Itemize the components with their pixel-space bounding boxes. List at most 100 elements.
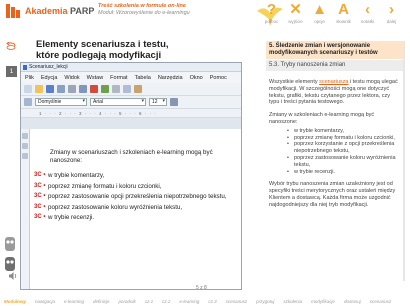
menu-item[interactable]: Format (110, 75, 127, 81)
akademia-parp-logo[interactable]: Akademia PARP (6, 4, 94, 18)
course-info: Treść szkolenia w formule on-line Moduł:… (98, 3, 190, 17)
side-tool-icon[interactable] (22, 143, 28, 149)
spellcheck-icon[interactable] (101, 85, 109, 93)
cut-icon[interactable] (112, 85, 120, 93)
footer-link[interactable]: modyfikacje (311, 299, 335, 304)
size-select[interactable]: 12 (149, 98, 167, 106)
footer-link[interactable]: cz.2 (162, 299, 170, 304)
nav-button-wyjście[interactable]: ✕ wyjście (285, 1, 306, 25)
panel-list: w trybie komentarzy,poprzez zmianę forma… (287, 128, 401, 176)
footer-link[interactable]: cz.1 (145, 299, 153, 304)
top-nav: ? pomoc ✕ wyjście ▲ opcje Asłownik ‹ notatki › dal… (261, 1, 402, 25)
footer-link[interactable]: e-learning (64, 299, 84, 304)
options-icon: ▲ (312, 1, 327, 18)
bold-icon[interactable] (170, 98, 178, 106)
menu-item[interactable]: Tabela (135, 75, 151, 81)
nav-button-słownik[interactable]: Asłownik (333, 1, 354, 25)
doc-list-text: poprzez zastosowanie opcji przekreślenia… (48, 193, 227, 200)
save-icon[interactable] (46, 85, 54, 93)
document-page[interactable]: Zmiany w scenariuszach i szkoleniach e-l… (29, 129, 241, 289)
nav-button-dalej[interactable]: › dalej (381, 1, 402, 25)
nav-label: opcje (314, 19, 325, 24)
help-icon: ? (266, 1, 277, 18)
menu-item[interactable]: Widok (64, 75, 79, 81)
paste-icon[interactable] (134, 85, 142, 93)
menu-item[interactable]: Plik (25, 75, 34, 81)
nav-button-pomoc[interactable]: ? pomoc (261, 1, 282, 25)
footer-link[interactable]: e-learning (179, 299, 199, 304)
logo-text: Akademia PARP (25, 6, 95, 16)
footer-link[interactable]: cz.3 (208, 299, 216, 304)
pdf-icon[interactable] (90, 85, 98, 93)
new-doc-icon[interactable] (24, 85, 32, 93)
footer-link[interactable]: scenariusz (370, 299, 392, 304)
copy-icon[interactable] (123, 85, 131, 93)
nav-button-notatki[interactable]: ‹ notatki (357, 1, 378, 25)
styles-icon[interactable] (24, 98, 32, 106)
footer-link[interactable]: scenariusz (226, 299, 248, 304)
parp-logo-icon (6, 4, 22, 18)
exit-icon: ✕ (289, 1, 302, 18)
slide-number: 1 (6, 66, 17, 77)
style-select[interactable]: Domyślnie (35, 98, 87, 106)
footer-link[interactable]: nawigacja (35, 299, 55, 304)
side-tool-icon[interactable] (22, 153, 28, 159)
lesson-page: Akademia PARP Treść szkolenia w formule … (0, 0, 410, 306)
footer-link[interactable]: poradnik (119, 299, 136, 304)
panel-list-item: w trybie komentarzy, (287, 128, 401, 135)
preview-icon[interactable] (79, 85, 87, 93)
header: Akademia PARP Treść szkolenia w formule … (0, 0, 410, 30)
nav-label: dalej (386, 19, 397, 24)
footer-link[interactable]: definicje (93, 299, 110, 304)
page-counter: 5 z 8 (196, 285, 207, 291)
owl-mascot-icon (5, 237, 15, 271)
back-arrow-icon[interactable] (6, 42, 16, 50)
window-title: Scenariusz_lekcji (29, 64, 68, 70)
nav-label: notatki (360, 19, 375, 24)
open-icon[interactable] (35, 85, 43, 93)
window-titlebar: Scenariusz_lekcji (21, 63, 241, 72)
menu-item[interactable]: Edycja (41, 75, 58, 81)
menu-item[interactable]: Okno (190, 75, 203, 81)
paragraph-3: Wybór trybu nanoszenia zmian uzależniony… (269, 181, 396, 208)
footer-link[interactable]: przygotuj (256, 299, 274, 304)
menu-item[interactable]: Pomoc (210, 75, 227, 81)
nav-button-opcje[interactable]: ▲ opcje (309, 1, 330, 25)
change-mark-icon: 3C • (34, 203, 46, 210)
panel-scrollbar[interactable] (403, 41, 405, 281)
change-mark-icon: 3C • (34, 182, 46, 189)
prev-icon: ‹ (365, 1, 370, 18)
speaker-icon[interactable] (8, 271, 18, 281)
menu-bar: Plik Edycja Widok Wstaw Format Tabela Narzędzi… (21, 72, 241, 83)
panel-list-item: poprzez korzystanie z opcji przekreśleni… (287, 141, 401, 155)
print-icon[interactable] (68, 85, 76, 93)
title-line-1: Elementy scenariusza i testu, (36, 39, 169, 50)
glossary-link[interactable]: scenariusza (319, 79, 348, 85)
title-line-2: które podlegają modyfikacji (36, 49, 162, 61)
paragraph-2: Zmiany w szkoleniach e-learning mogą być… (269, 112, 375, 125)
doc-list-item: 3C • poprzez zastosowanie koloru wyróżnie… (34, 204, 234, 212)
menu-item[interactable]: Wstaw (87, 75, 104, 81)
next-icon: › (389, 1, 394, 18)
footer-link[interactable]: dostosuj (344, 299, 361, 304)
footer-link[interactable]: szkolenia (283, 299, 302, 304)
edit-icon[interactable] (57, 85, 65, 93)
doc-list-text: w trybie recenzji. (48, 214, 95, 221)
doc-list-item: 3C • w trybie komentarzy, (34, 172, 234, 180)
side-toolbar (21, 129, 29, 289)
document-icon (23, 65, 27, 70)
glossary-icon: A (338, 1, 349, 18)
nav-label: słownik (336, 19, 351, 24)
panel-body: Wszystkie elementy scenariusza i testu m… (266, 71, 404, 209)
footer-link[interactable]: Modułowy (4, 299, 26, 304)
side-tool-icon[interactable] (22, 133, 28, 139)
p1-text: Wszystkie elementy (269, 79, 320, 85)
module-name: Moduł: Wzorowyślenie do e-learningu (98, 10, 190, 16)
change-mark-icon: 3C • (34, 193, 46, 199)
doc-intro: Zmiany w scenariuszach i szkoleniach e-l… (50, 149, 213, 164)
doc-list-text: poprzez zastosowanie koloru wyróżnienia … (48, 203, 183, 211)
formatting-toolbar: Domyślnie Arial 12 (21, 96, 241, 109)
font-select[interactable]: Arial (90, 98, 146, 106)
doc-list-text: w trybie komentarzy, (48, 172, 105, 179)
menu-item[interactable]: Narzędzia (158, 75, 183, 81)
